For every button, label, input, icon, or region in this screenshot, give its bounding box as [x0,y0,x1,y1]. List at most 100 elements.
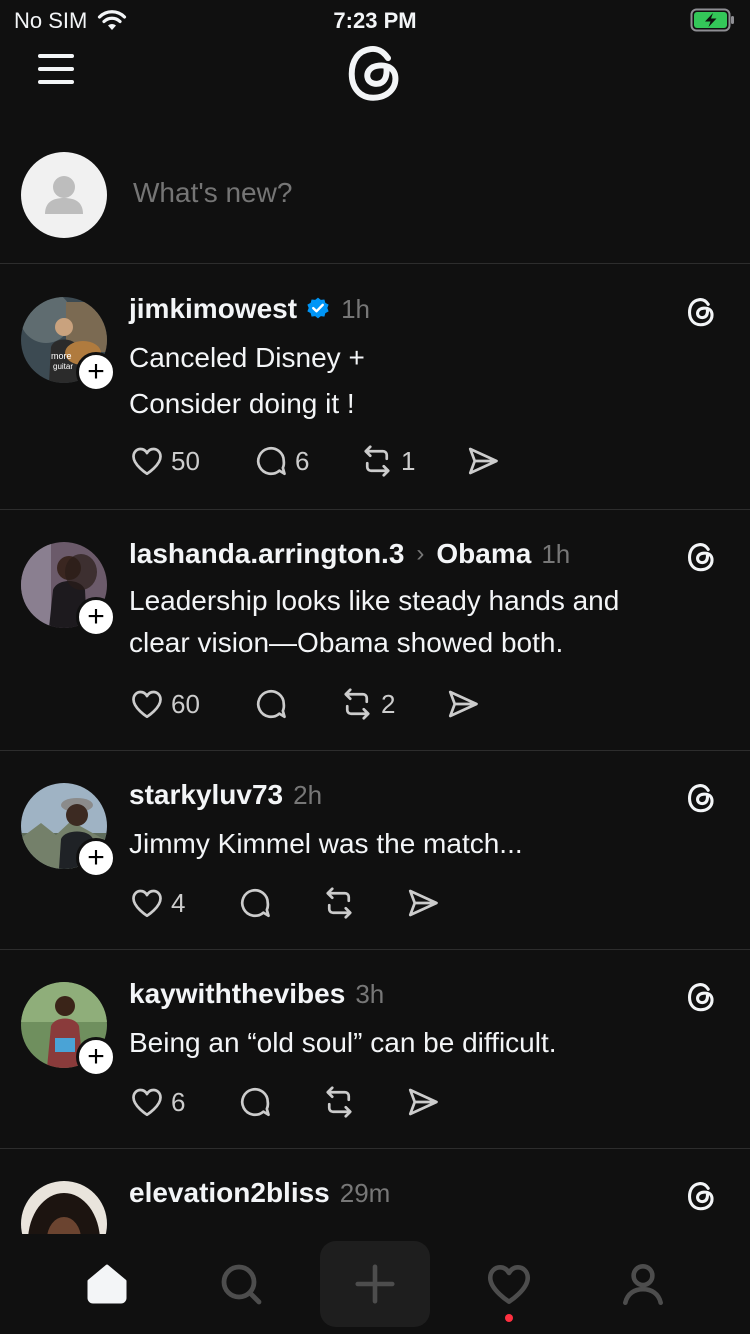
post-time: 29m [339,1177,391,1208]
notification-dot [505,1314,513,1322]
avatar-wrap: + [21,542,116,637]
like-button[interactable]: 6 [129,1084,237,1120]
verified-badge-icon [307,297,329,319]
like-count: 60 [171,688,200,719]
username[interactable]: starkyluv73 [129,779,283,811]
share-button[interactable] [405,885,441,921]
hamburger-line [38,67,74,71]
repost-icon [364,445,390,477]
post-text: Canceled Disney + Consider doing it ! [129,335,709,427]
heart-icon [132,1088,162,1117]
composer [0,152,750,264]
repost-button[interactable] [321,1084,405,1120]
post-time: 3h [355,978,385,1009]
threads-logo-icon[interactable] [684,540,718,574]
share-button[interactable] [445,686,481,722]
top-bar [0,40,750,110]
comment-icon [240,888,270,918]
repost-button[interactable]: 1 [359,443,465,479]
repost-count: 1 [401,445,416,476]
comment-icon [256,446,286,476]
post-header: kaywiththevibes 3h [129,978,384,1010]
post-item[interactable]: + kaywiththevibes 3h Being an “old soul”… [0,950,750,1149]
hamburger-line [38,54,74,58]
person-placeholder-icon [45,176,83,214]
post-item[interactable]: more guitar + jimkimowest 1h Canceled Di… [0,265,750,510]
search-icon [221,1264,262,1305]
post-time: 2h [293,779,323,810]
nav-search[interactable] [186,1241,296,1327]
like-count: 6 [171,1086,186,1117]
avatar-wrap: + [21,982,116,1077]
avatar-wrap: more guitar + [21,297,116,392]
share-button[interactable] [405,1084,441,1120]
topic-tag[interactable]: Obama [436,538,531,570]
repost-icon [326,1086,352,1118]
post-time: 1h [541,538,571,569]
follow-button[interactable]: + [76,1037,116,1077]
comment-icon [240,1087,270,1117]
reply-button[interactable]: 6 [253,443,359,479]
post-item[interactable]: + lashanda.arrington.3 › Obama 1h Leader… [0,510,750,751]
chevron-right-icon: › [416,540,425,567]
clock: 7:23 PM [333,8,417,33]
whats-new-input[interactable] [133,177,633,209]
bottom-nav [0,1234,750,1334]
post-header: lashanda.arrington.3 › Obama 1h [129,538,570,570]
like-count: 50 [171,445,200,476]
post-header: elevation2bliss 29m [129,1177,390,1209]
reply-button[interactable] [237,885,321,921]
plus-icon [355,1264,395,1304]
follow-button[interactable]: + [76,352,116,392]
repost-count: 2 [381,688,396,719]
repost-icon [326,887,352,919]
post-line: Jimmy Kimmel was the match... [129,828,523,859]
nav-home[interactable] [52,1241,162,1327]
like-button[interactable]: 4 [129,885,237,921]
follow-button[interactable]: + [76,838,116,878]
like-button[interactable]: 60 [129,686,253,722]
follow-button[interactable]: + [76,597,116,637]
reply-button[interactable] [253,686,339,722]
comment-icon [256,689,286,719]
nav-profile[interactable] [588,1241,698,1327]
share-button[interactable] [465,443,501,479]
reply-button[interactable] [237,1084,321,1120]
status-bar: No SIM 7:23 PM [0,0,750,40]
post-header: jimkimowest 1h [129,293,370,325]
reply-count: 6 [295,445,310,476]
post-item[interactable]: + starkyluv73 2h Jimmy Kimmel was the ma… [0,751,750,950]
threads-logo-icon[interactable] [684,980,718,1014]
like-button[interactable]: 50 [129,443,253,479]
threads-logo-icon[interactable] [341,40,407,111]
threads-logo-icon[interactable] [684,781,718,815]
send-icon [468,447,498,475]
username[interactable]: jimkimowest [129,293,297,325]
hamburger-line [38,80,74,84]
repost-icon [344,688,370,720]
post-text: Leadership looks like steady hands and c… [129,580,709,664]
username[interactable]: lashanda.arrington.3 [129,538,404,570]
username[interactable]: elevation2bliss [129,1177,330,1209]
my-avatar[interactable] [21,152,107,238]
avatar-wrap: + [21,783,116,878]
repost-button[interactable] [321,885,405,921]
post-line: clear vision—Obama showed both. [129,627,564,658]
repost-button[interactable]: 2 [339,686,445,722]
like-count: 4 [171,887,186,918]
threads-logo-icon[interactable] [684,1179,718,1213]
heart-icon [132,889,162,918]
post-line: Consider doing it ! [129,388,355,419]
post-text: Jimmy Kimmel was the match... [129,822,709,865]
username[interactable]: kaywiththevibes [129,978,345,1010]
post-actions: 50 6 1 [129,443,501,479]
menu-button[interactable] [38,54,74,84]
post-line: Canceled Disney + [129,342,365,373]
avatar-wrap [21,1181,107,1235]
post-time: 1h [341,293,370,324]
avatar[interactable] [21,1181,107,1235]
heart-icon [132,690,162,719]
nav-create[interactable] [320,1241,430,1327]
post-item[interactable]: elevation2bliss 29m [0,1149,750,1235]
threads-logo-icon[interactable] [684,295,718,329]
